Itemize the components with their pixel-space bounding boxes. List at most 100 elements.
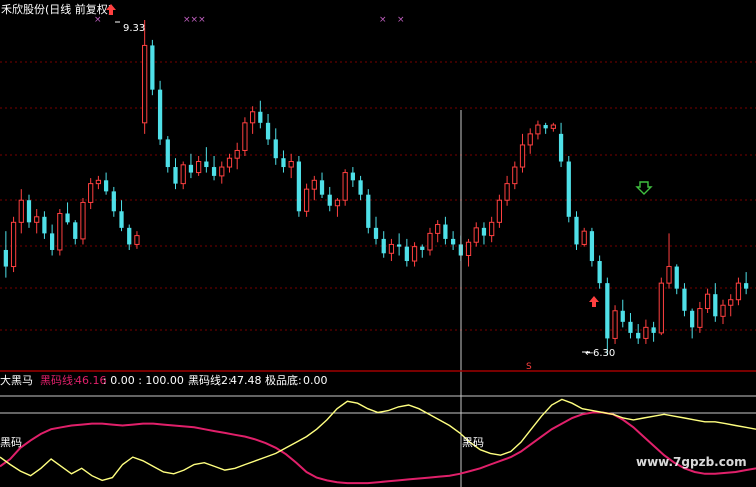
candle-body xyxy=(489,221,495,237)
candle-body xyxy=(188,164,194,173)
candle-body xyxy=(535,124,541,135)
candle-body xyxy=(350,172,355,181)
candle-body xyxy=(273,139,278,159)
candle-body xyxy=(249,111,256,124)
candle-body xyxy=(95,179,102,185)
candle-body xyxy=(327,194,332,206)
candle-body xyxy=(435,224,441,234)
candle-body xyxy=(65,213,70,223)
candle-body xyxy=(226,157,233,168)
high-label: 9.33 xyxy=(123,23,145,34)
candle-body xyxy=(404,246,409,262)
candle-body xyxy=(157,89,163,140)
candle-body xyxy=(481,227,487,236)
candle-body xyxy=(18,199,24,223)
candle-body xyxy=(103,180,109,192)
low-annotation: ← 6.30 xyxy=(582,348,615,359)
candle-body xyxy=(465,241,472,256)
indicator-header: 大黑马 黑码线: 46.16 : 0.00 : 100.00 黑码线2: 47.… xyxy=(0,373,328,387)
candle-body xyxy=(204,161,209,168)
marker-3: × xyxy=(379,15,387,25)
candle-body xyxy=(605,283,610,339)
candle-body xyxy=(581,230,587,245)
candle-body xyxy=(50,233,55,250)
marker-4: × xyxy=(397,15,405,25)
marker-1: × xyxy=(94,15,102,25)
indicator-lines xyxy=(0,398,756,485)
candle-body xyxy=(450,238,456,245)
candle-body xyxy=(134,235,140,245)
candle-body xyxy=(127,227,132,245)
watermark: www.7gpzb.com xyxy=(636,455,747,469)
candle-body xyxy=(334,199,341,207)
candle-body xyxy=(373,227,379,239)
line1-label: 黑码线: xyxy=(40,373,77,387)
bottom-label: 极品底: xyxy=(265,373,302,387)
range-value: : 0.00 : 100.00 xyxy=(103,374,184,387)
candle-body xyxy=(296,161,302,212)
line1-value: 46.16 xyxy=(75,374,107,387)
candle-body xyxy=(265,122,271,140)
heima-label-2: 黑码 xyxy=(462,436,484,449)
bottom-value: 0.00 xyxy=(303,374,328,387)
candle-body xyxy=(519,144,526,168)
candle-body xyxy=(543,125,548,129)
green-down-arrow-icon xyxy=(635,181,653,195)
candle-body xyxy=(311,179,317,190)
candle-body xyxy=(366,194,371,228)
candle-body xyxy=(211,167,217,176)
candle-body xyxy=(73,222,78,239)
line2-value: 47.48 xyxy=(230,374,262,387)
high-annotation: 9.33 xyxy=(115,21,145,34)
candle-body xyxy=(80,201,86,240)
candle-body xyxy=(728,299,734,306)
candle-body xyxy=(473,227,479,243)
candle-body xyxy=(219,166,225,177)
candle-body xyxy=(720,304,726,317)
candle-body xyxy=(26,200,32,223)
candle-body xyxy=(651,327,656,333)
candle-body xyxy=(342,172,348,201)
marker-2: ××× xyxy=(183,15,206,25)
candle-body xyxy=(358,180,363,195)
candle-body xyxy=(527,133,533,146)
heima-label-1: 黑码 xyxy=(0,436,22,449)
candle-body xyxy=(3,249,8,267)
candle-body xyxy=(10,221,17,268)
candle-body xyxy=(196,161,202,174)
candle-body xyxy=(303,188,310,212)
indicator-series-line xyxy=(0,411,756,485)
candle-body xyxy=(690,310,695,328)
candle-body xyxy=(697,308,703,328)
candle-body xyxy=(674,266,679,289)
candle-body xyxy=(574,216,579,245)
candle-body xyxy=(420,246,425,250)
stock-chart[interactable]: 禾欣股份(日线 前复权) 9.33 ← 6.30 × ××× × × S 大黑马… xyxy=(0,0,756,487)
candle-body xyxy=(34,216,40,223)
candle-body xyxy=(411,246,418,262)
candle-body xyxy=(150,45,155,90)
candle-body xyxy=(234,149,240,159)
candle-body xyxy=(180,164,186,185)
s-marker: S xyxy=(526,362,532,372)
candle-body xyxy=(173,167,178,184)
candle-body xyxy=(636,332,641,339)
indicator-name: 大黑马 xyxy=(0,373,33,387)
candle-body xyxy=(443,224,448,239)
candle-body xyxy=(658,282,664,334)
candle-body xyxy=(589,231,595,262)
candle-body xyxy=(288,161,294,168)
candle-body xyxy=(628,321,633,333)
candle-body xyxy=(566,161,571,217)
red-up-arrow-icon xyxy=(589,296,599,307)
line2-label: 黑码线2: xyxy=(188,373,232,387)
candle-body xyxy=(319,180,325,195)
candle-body xyxy=(512,166,518,185)
candle-body xyxy=(119,211,124,228)
candle-body xyxy=(550,124,556,129)
candle-body xyxy=(281,158,286,168)
candle-body xyxy=(735,282,742,301)
candle-body xyxy=(612,310,618,339)
candle-body xyxy=(111,191,116,212)
candle-body xyxy=(744,283,749,289)
